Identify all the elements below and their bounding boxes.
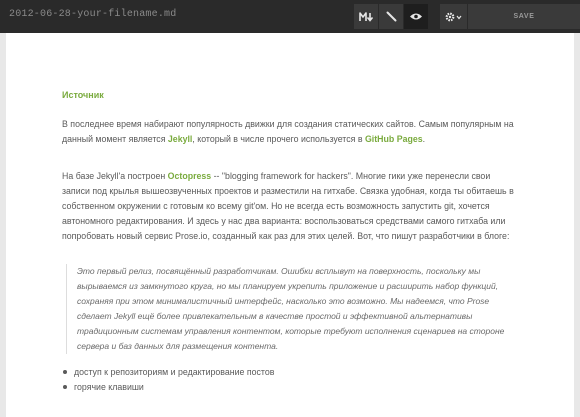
list-item-text: доступ к репозиториям и редактирование п… bbox=[74, 367, 275, 377]
text: На базе Jekyll'а построен bbox=[62, 171, 168, 181]
link-github-pages[interactable]: GitHub Pages bbox=[365, 134, 423, 144]
section-heading: Источник bbox=[62, 90, 104, 100]
blockquote: Это первый релиз, посвящённый разработчи… bbox=[66, 264, 520, 354]
pencil-icon bbox=[386, 11, 396, 22]
paragraph-2: На базе Jekyll'а построен Octopress -- "… bbox=[62, 169, 518, 244]
top-toolbar: 2012-06-28-your-filename.md SAVE bbox=[0, 0, 580, 33]
settings-button[interactable] bbox=[440, 4, 467, 29]
bullet-icon bbox=[63, 385, 67, 389]
view-mode-group bbox=[354, 4, 429, 29]
preview-mode-button[interactable] bbox=[404, 4, 429, 29]
link-jekyll[interactable]: Jekyll bbox=[168, 134, 192, 144]
save-button[interactable]: SAVE bbox=[468, 4, 580, 29]
text: , который в числе прочего используется в bbox=[192, 134, 365, 144]
edit-mode-button[interactable] bbox=[379, 4, 404, 29]
list-item-text: горячие клавиши bbox=[74, 382, 144, 392]
list-item: доступ к репозиториям и редактирование п… bbox=[62, 365, 274, 380]
markdown-icon bbox=[359, 11, 373, 22]
markdown-mode-button[interactable] bbox=[354, 4, 379, 29]
feature-list: доступ к репозиториям и редактирование п… bbox=[62, 365, 274, 395]
eye-icon bbox=[410, 13, 422, 20]
list-item: горячие клавиши bbox=[62, 380, 274, 395]
paragraph-1: В последнее время набирают популярность … bbox=[62, 117, 518, 147]
text: -- "blogging framework for hackers". Мно… bbox=[62, 171, 514, 241]
text: . bbox=[422, 134, 426, 144]
gear-chevron-icon bbox=[445, 12, 462, 21]
filename-field[interactable]: 2012-06-28-your-filename.md bbox=[9, 9, 176, 20]
bullet-icon bbox=[63, 370, 67, 374]
link-octopress[interactable]: Octopress bbox=[168, 171, 212, 181]
